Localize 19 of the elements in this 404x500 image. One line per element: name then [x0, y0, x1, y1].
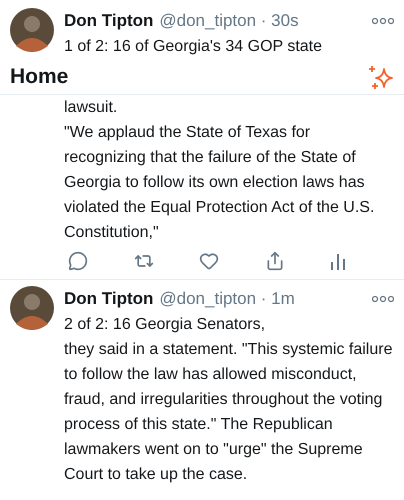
more-icon[interactable] [372, 17, 394, 25]
more-icon[interactable] [372, 295, 394, 303]
reply-icon[interactable] [68, 251, 88, 271]
like-icon[interactable] [199, 251, 219, 271]
author-handle: @don_tipton · 30s [159, 10, 299, 32]
tweet-text: "We applaud the State of Texas for recognizing that the failure of the State of Georgia to follow its own election laws has violated the Equal Protection Act of the U.S. Constitution," [64, 123, 376, 243]
avatar [10, 286, 54, 330]
header-title: Home [10, 64, 68, 90]
tweet-text: they said in a statement. "This systemic failure to follow the law has allowed misconduct, fraud, and irregularities throughout the voting process of this state." The Republican lawmakers went on to "urge" the Supreme Court to take up the case. [64, 340, 394, 485]
tweet-text: 1 of 2: 16 of Georgia's 34 GOP state [64, 37, 324, 57]
tweet-text: lawsuit. [64, 98, 118, 118]
avatar [10, 8, 54, 52]
share-icon[interactable] [264, 251, 284, 271]
author-handle: @don_tipton · 1m [159, 288, 295, 310]
author-name: Don Tipton [64, 288, 154, 310]
tweet-text: 2 of 2: 16 Georgia Senators, [64, 315, 266, 335]
analytics-icon[interactable] [330, 252, 346, 270]
author-name: Don Tipton [64, 10, 154, 32]
sparkle-icon[interactable] [368, 64, 394, 90]
